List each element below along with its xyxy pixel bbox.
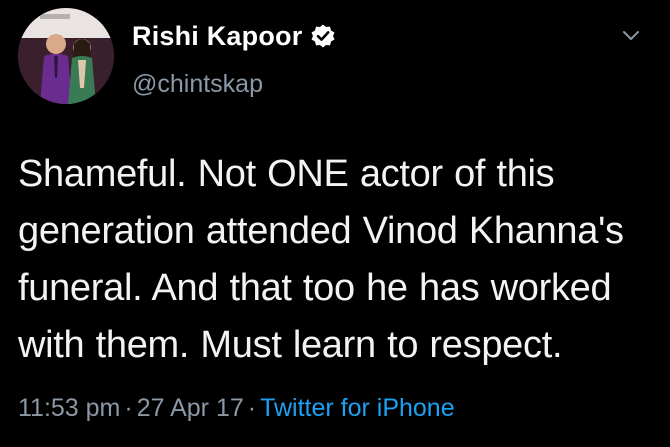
meta-separator: · [124,394,133,422]
chevron-down-icon[interactable] [620,24,642,46]
author-name-row: Rishi Kapoor [132,18,336,54]
tweet-time[interactable]: 11:53 pm [18,394,120,422]
tweet-source-link[interactable]: Twitter for iPhone [260,394,455,422]
meta-separator: · [247,394,257,422]
tweet-date[interactable]: 27 Apr 17 [137,394,244,422]
author-avatar[interactable] [18,8,114,104]
author-display-name[interactable]: Rishi Kapoor [132,21,302,52]
author-handle[interactable]: @chintskap [132,70,263,99]
tweet-meta: 11:53 pm · 27 Apr 17 · Twitter for iPhone [18,394,455,423]
tweet-card: Rishi Kapoor @chintskap Shameful. Not ON… [0,0,670,447]
avatar-image [18,8,114,104]
tweet-body-text: Shameful. Not ONE actor of this generati… [18,153,624,366]
verified-badge-icon [310,23,336,49]
